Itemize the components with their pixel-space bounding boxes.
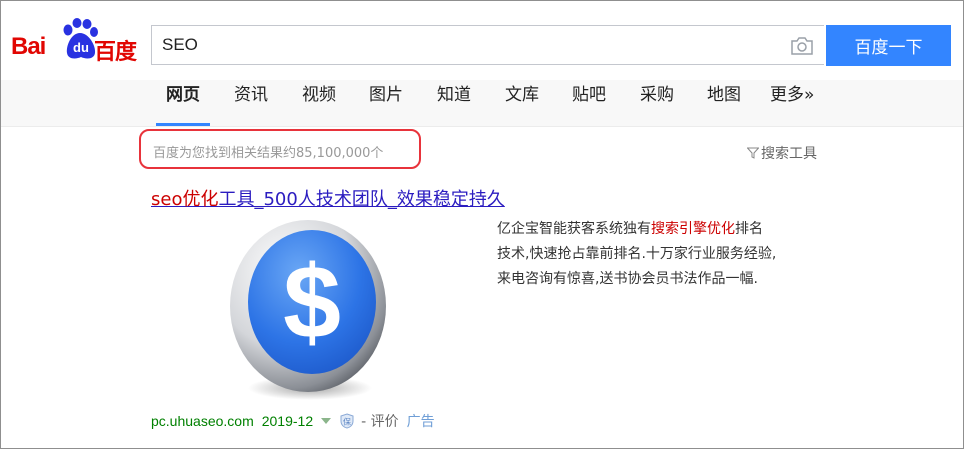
tab-images[interactable]: 图片: [369, 80, 403, 126]
logo-cn: 百度: [94, 40, 137, 65]
desc-line-1-highlight: 搜索引擎优化: [651, 221, 735, 237]
logo-latin: Bai: [11, 33, 46, 60]
rating-link[interactable]: - 评价: [361, 414, 399, 430]
result-title-rest: 工具_500人技术团队_效果稳定持久: [218, 189, 505, 210]
camera-icon[interactable]: [790, 36, 814, 56]
desc-line-2: 技术,快速抢占靠前排名.十万家行业服务经验,: [497, 246, 777, 262]
search-tools[interactable]: 搜索工具: [747, 143, 817, 163]
baidu-logo[interactable]: Bai du 百度: [11, 18, 141, 68]
result-count: 百度为您找到相关结果约85,100,000个: [153, 146, 384, 161]
tab-zhidao[interactable]: 知道: [437, 80, 471, 126]
result-url-line: pc.uhuaseo.com 2019-12 保 - 评价 广告: [151, 411, 435, 431]
desc-line-3: 来电咨询有惊喜,送书协会员书法作品一幅.: [497, 271, 758, 287]
search-input[interactable]: [162, 26, 772, 64]
logo-du: du: [73, 40, 89, 55]
shield-glyph: 保: [343, 417, 351, 427]
tab-map[interactable]: 地图: [707, 80, 741, 126]
filter-icon: [747, 147, 759, 159]
result-title-highlight: seo优化: [151, 189, 219, 210]
dollar-coin-image[interactable]: $: [228, 218, 388, 404]
result-count-highlight: 百度为您找到相关结果约85,100,000个: [139, 129, 421, 169]
tab-wenku[interactable]: 文库: [505, 80, 539, 126]
tab-web[interactable]: 网页: [156, 80, 210, 126]
result-url[interactable]: pc.uhuaseo.com: [151, 413, 254, 429]
nav-bar: [1, 80, 963, 127]
shield-icon[interactable]: 保: [339, 413, 355, 429]
desc-line-1-post: 排名: [735, 221, 763, 237]
tab-more[interactable]: 更多»: [770, 80, 814, 126]
svg-text:$: $: [283, 245, 341, 361]
result-title-link[interactable]: seo优化工具_500人技术团队_效果稳定持久: [151, 185, 505, 211]
desc-line-1-pre: 亿企宝智能获客系统独有: [497, 221, 651, 237]
tab-news[interactable]: 资讯: [234, 80, 268, 126]
tab-tieba[interactable]: 贴吧: [572, 80, 606, 126]
tab-video[interactable]: 视频: [302, 80, 336, 126]
ad-label[interactable]: 广告: [407, 414, 435, 430]
search-tools-label: 搜索工具: [761, 146, 817, 162]
tab-procurement[interactable]: 采购: [640, 80, 674, 126]
result-date: 2019-12: [261, 413, 314, 429]
dropdown-arrow-icon[interactable]: [321, 418, 332, 424]
search-box: [151, 25, 824, 65]
result-description: 亿企宝智能获客系统独有搜索引擎优化排名 技术,快速抢占靠前排名.十万家行业服务经…: [497, 217, 827, 292]
search-button[interactable]: 百度一下: [826, 25, 951, 66]
desc-line-1: 亿企宝智能获客系统独有搜索引擎优化排名: [497, 217, 827, 242]
